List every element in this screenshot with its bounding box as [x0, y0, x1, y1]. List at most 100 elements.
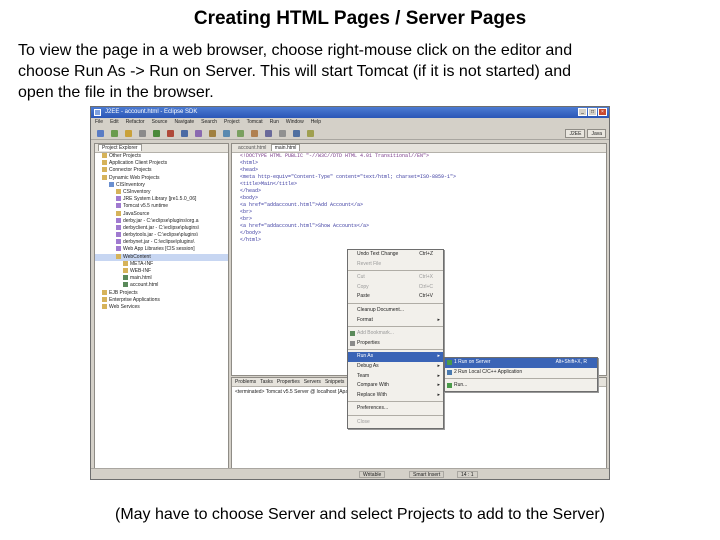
menu-run[interactable]: Run	[270, 119, 279, 126]
tree-item-application-client-projects[interactable]: Application Client Projects	[95, 160, 228, 167]
tree-item-derbyclient-jar-c-eclipse-plugins[interactable]: derbyclient.jar - C:\eclipse\plugins\	[95, 224, 228, 232]
code-line[interactable]: <a href="addaccount.html">Add Account</a…	[232, 202, 606, 209]
maximize-button[interactable]: □	[588, 108, 597, 116]
menu-help[interactable]: Help	[311, 119, 321, 126]
code-line[interactable]: <br>	[232, 209, 606, 216]
menu-item-label: Preferences...	[357, 405, 389, 412]
menu-tomcat[interactable]: Tomcat	[247, 119, 263, 126]
stop-icon[interactable]	[167, 130, 174, 137]
menu-search[interactable]: Search	[201, 119, 217, 126]
folder-icon	[102, 153, 107, 158]
tree-item-web-services[interactable]: Web Services	[95, 303, 228, 311]
perspective-java[interactable]: Java	[587, 129, 606, 138]
tree-item-meta-inf[interactable]: META-INF	[95, 260, 228, 268]
tab-project-explorer[interactable]: Project Explorer	[98, 144, 142, 151]
task-icon[interactable]	[251, 130, 258, 137]
package-icon[interactable]	[237, 130, 244, 137]
menu-project[interactable]: Project	[224, 119, 240, 126]
code-line[interactable]: </body>	[232, 230, 606, 237]
menu-item-run-as[interactable]: Run As ▸	[348, 352, 443, 362]
tree-item-ejb-projects[interactable]: EJB Projects	[95, 289, 228, 297]
tab-servers[interactable]: Servers	[304, 379, 321, 385]
tree-item-web-inf[interactable]: WEB-INF	[95, 268, 228, 275]
minimize-button[interactable]: _	[578, 108, 587, 116]
close-button[interactable]: ×	[598, 108, 607, 116]
menu-item-add-bookmark[interactable]: Add Bookmark...	[348, 329, 443, 339]
search-icon[interactable]	[223, 130, 230, 137]
code-line[interactable]: <html>	[232, 160, 606, 167]
code-line[interactable]: </html>	[232, 237, 606, 244]
menu-item-replace-with[interactable]: Replace With ▸	[348, 391, 443, 401]
menu-item-paste[interactable]: Paste Ctrl+V	[348, 292, 443, 302]
tree-item-label: main.html	[130, 275, 152, 282]
run-icon[interactable]	[153, 130, 160, 137]
code-line[interactable]: <br>	[232, 216, 606, 223]
new-icon[interactable]	[97, 130, 104, 137]
forward-icon[interactable]	[279, 130, 286, 137]
menu-item-team[interactable]: Team ▸	[348, 372, 443, 382]
tree-item-webcontent[interactable]: WebContent	[95, 253, 228, 261]
menu-item-revert-file[interactable]: Revert File	[348, 260, 443, 270]
menu-navigate[interactable]: Navigate	[174, 119, 194, 126]
perspective-j2ee[interactable]: J2EE	[565, 129, 586, 138]
tab-main-html[interactable]: main.html	[270, 144, 301, 151]
code-line[interactable]: <head>	[232, 167, 606, 174]
next-annotation-icon[interactable]	[307, 130, 314, 137]
tab-tasks[interactable]: Tasks	[260, 379, 273, 385]
code-line[interactable]: <!DOCTYPE HTML PUBLIC "-//W3C//DTD HTML …	[232, 153, 606, 160]
menu-refactor[interactable]: Refactor	[126, 119, 145, 126]
tree-item-cisinventory[interactable]: CISInventory	[95, 181, 228, 189]
tab-snippets[interactable]: Snippets	[325, 379, 344, 385]
tab-account-html[interactable]: account.html	[235, 145, 269, 151]
menu-edit[interactable]: Edit	[110, 119, 119, 126]
tree-item-other-projects[interactable]: Other Projects	[95, 153, 228, 160]
menu-item-1-run-on-server[interactable]: 1 Run on Server Alt+Shift+X, R	[445, 358, 597, 368]
tree-item-account-html[interactable]: account.html	[95, 282, 228, 289]
tree-item-web-app-libraries-cis-session[interactable]: Web App Libraries [CIS session]	[95, 246, 228, 253]
menu-item-cleanup-document[interactable]: Cleanup Document...	[348, 306, 443, 316]
tree-item-tomcat-v5-5-runtime[interactable]: Tomcat v5.5 runtime	[95, 203, 228, 210]
menu-window[interactable]: Window	[286, 119, 304, 126]
tree-item-enterprise-applications[interactable]: Enterprise Applications	[95, 296, 228, 304]
tree-item-main-html[interactable]: main.html	[95, 275, 228, 282]
menu-item-debug-as[interactable]: Debug As ▸	[348, 362, 443, 372]
menu-item-undo-text-change[interactable]: Undo Text Change Ctrl+Z	[348, 250, 443, 260]
menu-source[interactable]: Source	[152, 119, 168, 126]
tree-item-derbynet-jar-c-eclipse-plugins[interactable]: derbynet.jar - C:\eclipse\plugins\	[95, 239, 228, 246]
menu-item-properties[interactable]: Properties	[348, 339, 443, 349]
menu-item-2-run-local-c-c-application[interactable]: 2 Run Local C/C++ Application	[445, 368, 597, 378]
code-line[interactable]: <a href="addaccount.html">Show Accounts<…	[232, 223, 606, 230]
code-line[interactable]: <title>Main</title>	[232, 181, 606, 188]
menu-item-format[interactable]: Format ▸	[348, 316, 443, 326]
tree-item-derby-jar-c-eclipse-plugins-org-a[interactable]: derby.jar - C:\eclipse\plugins\org.a	[95, 217, 228, 225]
tab-problems[interactable]: Problems	[235, 379, 256, 385]
menu-item-run[interactable]: Run...	[445, 381, 597, 391]
tree-item-jre-system-library-jre1-5-0-06[interactable]: JRE System Library [jre1.5.0_06]	[95, 196, 228, 203]
tab-properties[interactable]: Properties	[277, 379, 300, 385]
menu-item-label: Add Bookmark...	[357, 330, 394, 337]
build-icon[interactable]	[139, 130, 146, 137]
code-line[interactable]: <meta http-equiv="Content-Type" content=…	[232, 174, 606, 181]
server-icon[interactable]	[195, 130, 202, 137]
menu-item-preferences[interactable]: Preferences...	[348, 404, 443, 414]
menu-item-copy[interactable]: Copy Ctrl+C	[348, 283, 443, 293]
tree-item-connector-projects[interactable]: Connector Projects	[95, 167, 228, 174]
tree-item-csinventory[interactable]: CSInventory	[95, 188, 228, 196]
tree-item-javasource[interactable]: JavaSource	[95, 210, 228, 218]
menu-item-cut[interactable]: Cut Ctrl+X	[348, 273, 443, 283]
code-area[interactable]: <!DOCTYPE HTML PUBLIC "-//W3C//DTD HTML …	[232, 153, 606, 244]
tree-item-derbytools-jar-c-eclipse-plugins[interactable]: derbytools.jar - C:\eclipse\plugins\	[95, 232, 228, 239]
code-line[interactable]: </head>	[232, 188, 606, 195]
save-icon[interactable]	[111, 130, 118, 137]
debug-icon[interactable]	[181, 130, 188, 137]
menu-item-compare-with[interactable]: Compare With ▸	[348, 381, 443, 391]
menu-item-close[interactable]: Close	[348, 418, 443, 428]
tree-item-label: WEB-INF	[130, 268, 152, 274]
print-icon[interactable]	[125, 130, 132, 137]
code-line[interactable]: <body>	[232, 195, 606, 202]
prev-annotation-icon[interactable]	[293, 130, 300, 137]
menu-file[interactable]: File	[95, 119, 103, 126]
tree-item-dynamic-web-projects[interactable]: Dynamic Web Projects	[95, 174, 228, 182]
back-icon[interactable]	[265, 130, 272, 137]
open-type-icon[interactable]	[209, 130, 216, 137]
